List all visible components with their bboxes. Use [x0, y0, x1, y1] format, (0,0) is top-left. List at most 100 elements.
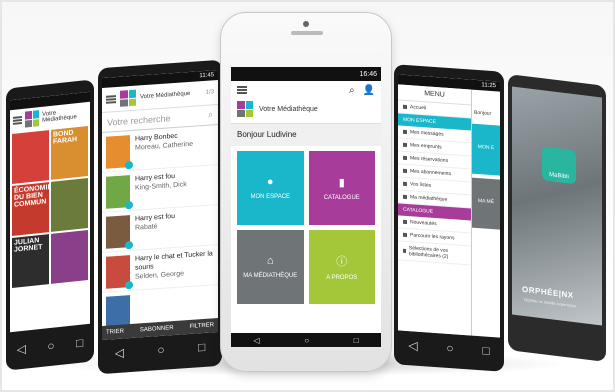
background-screen-peek: Bonjour MON E MA MÉ: [472, 80, 500, 338]
header-title: Votre Médiathèque: [42, 110, 77, 124]
tile-label: MA MÉDIATHÈQUE: [243, 273, 298, 279]
book-icon: [125, 160, 133, 170]
phone-right-screen: 11:25 MENU Accueil MON ESPACE Mes messag…: [398, 74, 500, 338]
header-title: Votre Médiathèque: [259, 105, 318, 113]
logo-icon: [120, 89, 136, 107]
app-toolbar: ⌕ 👤: [231, 81, 381, 99]
search-icon[interactable]: ⌕: [208, 109, 213, 120]
back-icon[interactable]: ◁: [17, 342, 26, 357]
phone-right: 11:25 MENU Accueil MON ESPACE Mes messag…: [394, 64, 504, 372]
home-icon[interactable]: ○: [304, 336, 309, 345]
home-icon[interactable]: ○: [157, 343, 164, 358]
phone-main-screen: 16:46 ⌕ 👤 Votre Médiathèque Bonjour Ludi…: [231, 67, 381, 347]
logo-icon: [237, 101, 253, 117]
app-name: MaBibli: [549, 172, 569, 181]
book-icon: [125, 280, 133, 290]
search-placeholder: Votre recherche: [107, 112, 171, 128]
android-nav-bar: ◁ ○ □: [394, 324, 504, 372]
back-icon[interactable]: ◁: [408, 338, 417, 353]
book-icon: [403, 142, 407, 148]
menu-item-label: Ma médiathèque: [410, 194, 448, 203]
search-icon[interactable]: ⌕: [349, 85, 355, 96]
greeting: Bonjour Ludivine: [231, 124, 381, 146]
menu-item-label: Sélections de vos bibliothécaires (2): [408, 245, 449, 260]
recents-icon[interactable]: □: [198, 340, 205, 355]
book-icon: [125, 200, 133, 210]
book-icon: [125, 240, 133, 250]
drawer-menu: MENU Accueil MON ESPACE Mes messages Mes…: [398, 84, 472, 336]
tile-label: A PROPOS: [326, 275, 358, 281]
new-icon: [403, 219, 407, 225]
phone-main: 16:46 ⌕ 👤 Votre Médiathèque Bonjour Ludi…: [220, 12, 392, 372]
phone-far-left: Votre Médiathèque BOND FARAH ÉCONOMIE DU…: [6, 79, 94, 371]
status-time: 11:45: [199, 72, 214, 80]
home-icon[interactable]: ○: [47, 339, 54, 354]
showcase-frame: Votre Médiathèque BOND FARAH ÉCONOMIE DU…: [0, 0, 615, 392]
person-icon: ●: [266, 176, 274, 188]
shelf-icon: [403, 232, 407, 238]
star-icon: [403, 248, 406, 253]
menu-icon[interactable]: [106, 95, 116, 104]
brand-header: Votre Médiathèque: [231, 99, 381, 124]
menu-item-label: Vos listes: [410, 181, 432, 189]
recents-icon[interactable]: □: [76, 336, 83, 351]
tile-a-propos[interactable]: ⓘ A PROPOS: [308, 230, 375, 304]
recents-icon[interactable]: □: [482, 343, 489, 358]
tile-peek: MA MÉ: [472, 177, 500, 230]
home-tiles: ● MON ESPACE ▮ CATALOGUE ⌂ MA MÉDIATHÈQU…: [231, 146, 381, 309]
book-thumbnail: [106, 135, 133, 170]
status-bar: 16:46: [231, 67, 381, 81]
android-nav-bar: ◁ ○ □: [231, 333, 381, 347]
bell-icon: [403, 168, 407, 174]
book-cover[interactable]: [51, 178, 88, 232]
star-icon: [403, 181, 407, 187]
building-icon: [403, 194, 407, 200]
mail-icon: [403, 129, 407, 135]
home-icon[interactable]: ○: [446, 341, 453, 356]
tile-mon-espace[interactable]: ● MON ESPACE: [237, 151, 304, 225]
phone-far-left-screen: Votre Médiathèque BOND FARAH ÉCONOMIE DU…: [10, 91, 90, 333]
back-icon[interactable]: ◁: [115, 346, 124, 361]
tile-ma-mediatheque[interactable]: ⌂ MA MÉDIATHÈQUE: [237, 230, 304, 304]
book-icon: ▮: [338, 176, 345, 189]
book-cover[interactable]: BOND FARAH: [51, 126, 88, 180]
menu-icon[interactable]: [13, 115, 22, 125]
pager: 1/3: [205, 89, 214, 96]
recents-icon[interactable]: □: [354, 336, 359, 345]
book-cover[interactable]: ÉCONOMIE DU BIEN COMMUN: [12, 182, 49, 236]
book-thumbnail: [106, 175, 133, 210]
cover-grid: BOND FARAH ÉCONOMIE DU BIEN COMMUN JULIA…: [10, 124, 90, 290]
book-cover[interactable]: [12, 130, 49, 184]
greeting-peek: Bonjour: [474, 109, 492, 117]
speaker-grille: [291, 31, 323, 35]
menu-item-label: Nouveautés: [410, 219, 437, 228]
phone-left-screen: 11:45 Votre Médiathèque 1/3 Votre recher…: [102, 69, 218, 341]
book-thumbnail: [106, 255, 133, 290]
menu-item-label: Mes emprunts: [410, 142, 442, 151]
logo-icon: [24, 110, 40, 128]
item-author: Rabaté: [135, 223, 158, 232]
menu-item-selections[interactable]: Sélections de vos bibliothécaires (2): [398, 241, 471, 266]
building-icon: ⌂: [266, 255, 274, 267]
splash-screen: MaBibli ORPHÉE|NX Orphée nx mobile exper…: [512, 86, 602, 326]
book-cover[interactable]: [51, 230, 88, 284]
header-title: Votre Médiathèque: [140, 90, 191, 101]
tile-catalogue[interactable]: ▮ CATALOGUE: [308, 151, 375, 225]
menu-icon[interactable]: [237, 86, 247, 94]
user-icon[interactable]: 👤: [363, 85, 375, 96]
home-icon: [403, 104, 407, 110]
book-cover[interactable]: JULIAN JORNET: [12, 234, 49, 288]
tile-label: MON ESPACE: [250, 194, 291, 200]
status-time: 16:46: [359, 70, 377, 78]
book-thumbnail: [106, 215, 133, 250]
app-logo-icon: MaBibli: [542, 146, 576, 185]
menu-item-label: Parcourir les rayons: [410, 232, 455, 242]
menu-title: MENU: [424, 90, 445, 99]
menu-item-label: Mes réservations: [410, 155, 449, 164]
tile-peek: MON E: [472, 123, 500, 176]
menu-item-label: Mes abonnements: [410, 168, 452, 178]
menu-item-label: Mes messages: [410, 129, 444, 138]
info-icon: ⓘ: [336, 256, 348, 268]
back-icon[interactable]: ◁: [253, 336, 259, 345]
phone-left: 11:45 Votre Médiathèque 1/3 Votre recher…: [98, 59, 222, 375]
